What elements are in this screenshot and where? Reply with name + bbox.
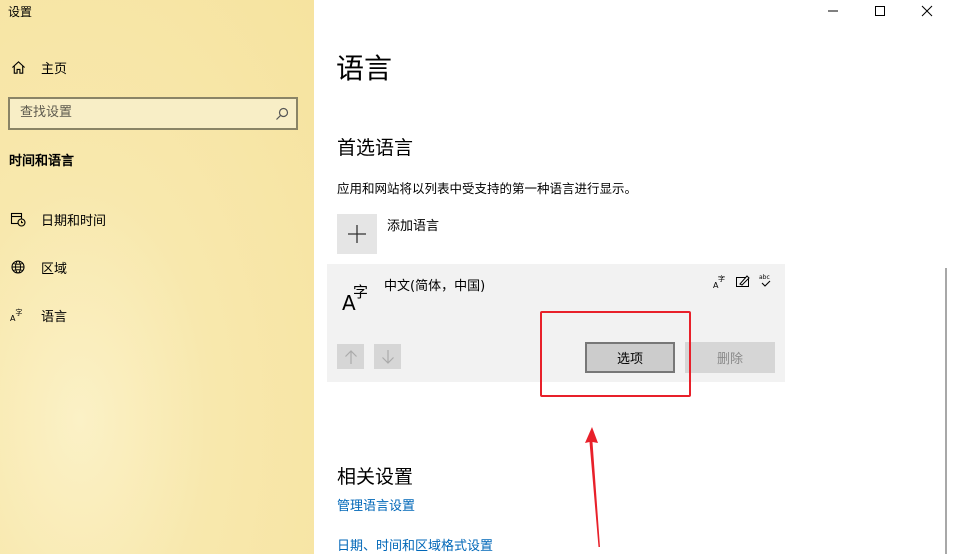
annotation-arrow	[585, 427, 600, 547]
minimize-button[interactable]	[810, 0, 856, 22]
handwriting-icon	[735, 273, 751, 289]
sidebar-item-date-time[interactable]: 日期和时间	[0, 203, 314, 235]
home-icon	[10, 59, 26, 75]
search-icon[interactable]	[274, 106, 290, 122]
display-language-icon: A字	[713, 273, 729, 290]
svg-text:字: 字	[353, 283, 368, 301]
language-icon: A字	[10, 307, 26, 323]
search-box[interactable]	[8, 97, 298, 130]
move-down-button[interactable]	[374, 344, 401, 369]
language-name: 中文(简体，中国)	[384, 279, 486, 294]
arrow-up-icon	[344, 349, 357, 364]
sidebar-item-label: 语言	[41, 309, 68, 325]
page-title: 语言	[336, 52, 393, 85]
related-settings-heading: 相关设置	[337, 466, 414, 488]
spellcheck-icon: abc	[758, 273, 774, 289]
highlight-box	[540, 311, 691, 397]
search-input[interactable]	[20, 105, 260, 120]
sidebar: 设置 主页 时间和语言 日期和时间 区域 A字 语言	[0, 0, 314, 554]
calendar-clock-icon	[10, 211, 26, 227]
section-heading: 时间和语言	[9, 154, 75, 169]
manage-language-settings-link[interactable]: 管理语言设置	[337, 495, 415, 514]
app-title: 设置	[8, 5, 33, 19]
sidebar-item-label: 主页	[41, 61, 68, 77]
svg-text:字: 字	[718, 274, 725, 283]
sidebar-item-language[interactable]: A字 语言	[0, 299, 314, 331]
sidebar-item-label: 区域	[41, 261, 68, 277]
minimize-icon	[828, 10, 838, 12]
sidebar-item-home[interactable]: 主页	[0, 51, 314, 83]
sidebar-item-label: 日期和时间	[41, 213, 107, 229]
svg-text:字: 字	[15, 308, 22, 317]
arrow-down-icon	[381, 349, 394, 364]
preferred-languages-heading: 首选语言	[337, 137, 414, 159]
language-glyph-icon: A 字	[341, 277, 375, 315]
move-up-button[interactable]	[337, 344, 364, 369]
maximize-button[interactable]	[857, 0, 903, 22]
date-time-region-format-link[interactable]: 日期、时间和区域格式设置	[337, 535, 493, 554]
add-language-label[interactable]: 添加语言	[387, 215, 439, 234]
sidebar-item-region[interactable]: 区域	[0, 251, 314, 283]
globe-icon	[10, 259, 26, 275]
remove-button[interactable]: 删除	[685, 342, 775, 373]
close-button[interactable]	[904, 0, 950, 22]
preferred-languages-description: 应用和网站将以列表中受支持的第一种语言进行显示。	[337, 181, 638, 196]
close-icon	[921, 5, 933, 17]
add-language-button[interactable]	[337, 214, 377, 254]
svg-text:abc: abc	[759, 274, 770, 281]
maximize-icon	[875, 6, 885, 16]
scrollbar[interactable]	[945, 268, 947, 554]
plus-icon	[348, 225, 366, 243]
